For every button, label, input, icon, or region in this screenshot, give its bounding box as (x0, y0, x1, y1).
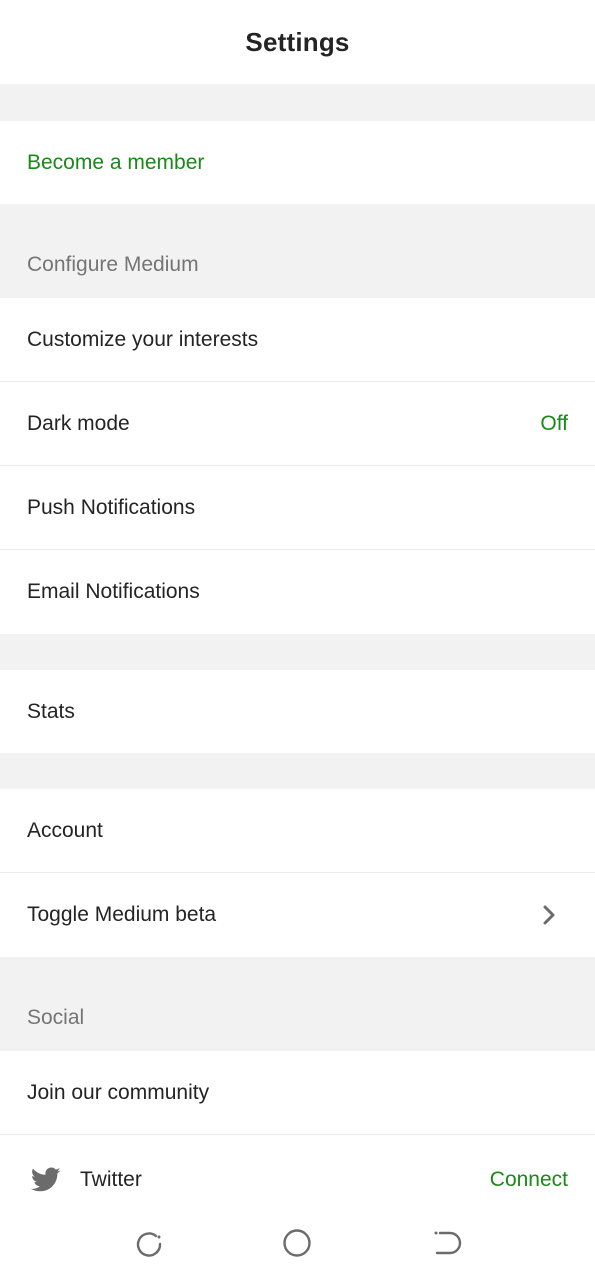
system-nav-bar (0, 1208, 595, 1280)
twitter-connect-button[interactable]: Connect (490, 1168, 568, 1192)
dark-mode-label: Dark mode (27, 411, 130, 435)
become-member-label: Become a member (27, 150, 205, 174)
section-spacer (0, 84, 595, 121)
customize-interests-label: Customize your interests (27, 327, 259, 351)
account-label: Account (27, 818, 103, 842)
recent-apps-icon[interactable] (132, 1226, 166, 1260)
stats-label: Stats (27, 699, 75, 723)
account-row[interactable]: Account (0, 789, 595, 873)
section-title-social: Social (27, 1006, 85, 1029)
home-icon[interactable] (280, 1226, 314, 1260)
twitter-icon (31, 1167, 61, 1192)
dark-mode-value: Off (540, 411, 568, 435)
push-notifications-row[interactable]: Push Notifications (0, 466, 595, 550)
push-notifications-label: Push Notifications (27, 495, 196, 519)
dark-mode-row[interactable]: Dark mode Off (0, 382, 595, 466)
back-icon[interactable] (430, 1226, 464, 1260)
section-spacer (0, 634, 595, 670)
join-community-label: Join our community (27, 1080, 210, 1104)
stats-row[interactable]: Stats (0, 670, 595, 753)
toggle-beta-row[interactable]: Toggle Medium beta (0, 873, 595, 957)
become-member-row[interactable]: Become a member (0, 121, 595, 204)
section-header-configure: Configure Medium (0, 204, 595, 298)
join-community-row[interactable]: Join our community (0, 1051, 595, 1135)
twitter-label: Twitter (80, 1168, 142, 1191)
customize-interests-row[interactable]: Customize your interests (0, 298, 595, 382)
section-spacer (0, 753, 595, 789)
page-title: Settings (245, 26, 350, 57)
section-header-social: Social (0, 957, 595, 1051)
app-header: Settings (0, 0, 595, 84)
settings-screen: Settings Become a member Configure Mediu… (0, 0, 595, 1280)
email-notifications-row[interactable]: Email Notifications (0, 550, 595, 634)
section-title-configure: Configure Medium (27, 253, 199, 276)
toggle-beta-label: Toggle Medium beta (27, 903, 217, 926)
email-notifications-label: Email Notifications (27, 580, 200, 603)
chevron-right-icon (543, 905, 555, 925)
